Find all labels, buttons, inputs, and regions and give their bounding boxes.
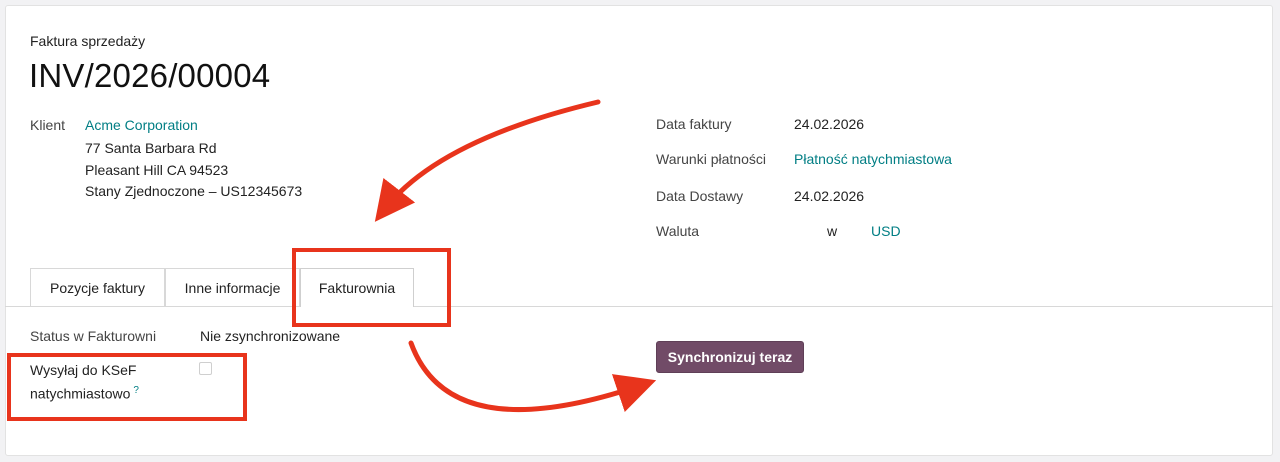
tab-divider — [5, 306, 1273, 307]
tab-other-info[interactable]: Inne informacje — [165, 268, 300, 306]
invoice-date-label: Data faktury — [656, 116, 732, 132]
delivery-date-label: Data Dostawy — [656, 188, 744, 204]
fakturownia-status-value: Nie zsynchronizowane — [200, 328, 341, 344]
help-tooltip-icon[interactable]: ? — [133, 385, 139, 396]
customer-link[interactable]: Acme Corporation — [85, 117, 198, 133]
customer-address-line-1: 77 Santa Barbara Rd — [85, 140, 217, 156]
payment-terms-field[interactable]: Płatność natychmiastowa — [794, 151, 952, 167]
tab-fakturownia[interactable]: Fakturownia — [300, 268, 414, 307]
tab-invoice-lines[interactable]: Pozycje faktury — [30, 268, 165, 306]
fakturownia-status-label: Status w Fakturowni — [30, 328, 157, 344]
customer-address-line-3: Stany Zjednoczone – US12345673 — [85, 183, 303, 199]
customer-label: Klient — [30, 117, 66, 133]
ksef-label-line-1: Wysyłaj do KSeF — [30, 362, 137, 378]
payment-terms-label: Warunki płatności — [656, 151, 766, 167]
invoice-number-title: INV/2026/00004 — [29, 57, 271, 94]
document-type-label: Faktura sprzedaży — [30, 33, 146, 49]
customer-address-line-2: Pleasant Hill CA 94523 — [85, 162, 229, 178]
delivery-date-field[interactable]: 24.02.2026 — [794, 188, 864, 204]
ksef-label-line-2: natychmiastowo? — [30, 385, 139, 402]
sync-now-button[interactable]: Synchronizuj teraz — [656, 341, 804, 373]
currency-field[interactable]: USD — [871, 223, 901, 239]
currency-prefix: w — [827, 223, 838, 239]
ksef-immediate-checkbox[interactable] — [199, 362, 212, 375]
currency-label: Waluta — [656, 223, 700, 239]
invoice-date-field[interactable]: 24.02.2026 — [794, 116, 864, 132]
